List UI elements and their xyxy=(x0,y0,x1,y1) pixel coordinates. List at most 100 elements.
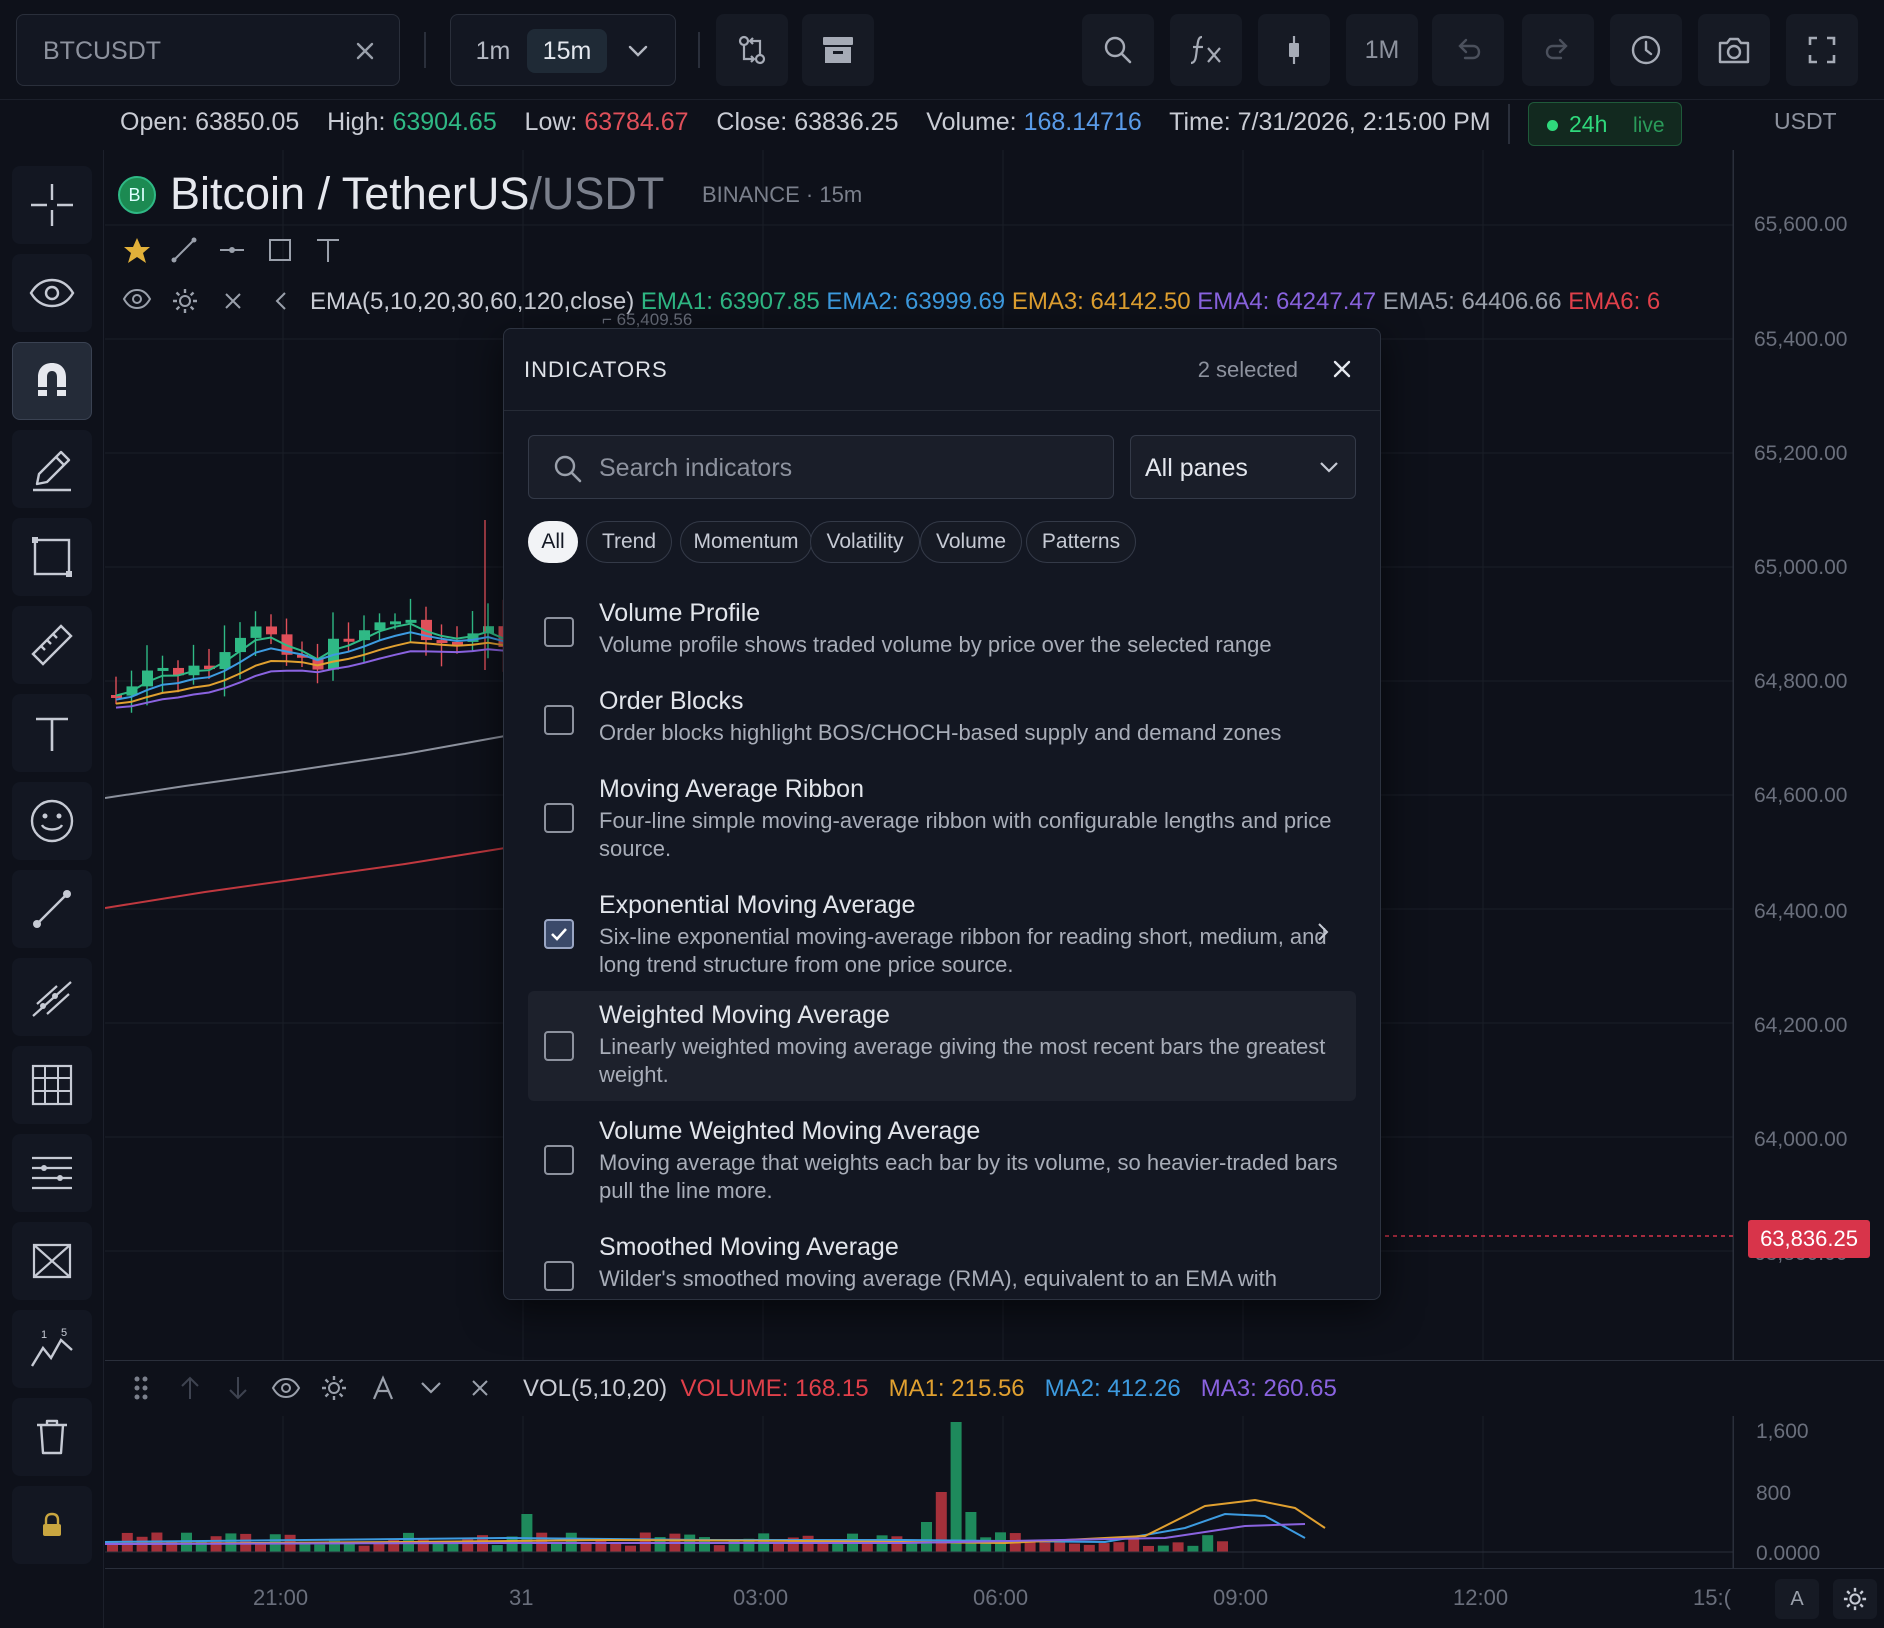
pencil-tool-button[interactable] xyxy=(12,430,92,508)
ema-remove-close-icon[interactable] xyxy=(222,290,244,312)
indicator-item-wma[interactable]: Weighted Moving Average Linearly weighte… xyxy=(528,991,1356,1101)
category-chip-all[interactable]: All xyxy=(528,521,578,563)
candle-body xyxy=(452,641,463,645)
visibility-tool-button[interactable] xyxy=(12,254,92,332)
indicator-checkbox[interactable] xyxy=(544,803,574,833)
collapse-chevron-down-icon[interactable] xyxy=(419,1379,443,1397)
indicator-search-input[interactable] xyxy=(599,448,1099,488)
screenshot-button[interactable] xyxy=(1698,14,1770,86)
undo-button[interactable] xyxy=(1432,14,1504,86)
category-chip-patterns[interactable]: Patterns xyxy=(1026,521,1136,563)
indicator-item-ma-ribbon[interactable]: Moving Average Ribbon Four-line simple m… xyxy=(528,765,1356,871)
category-chip-trend[interactable]: Trend xyxy=(586,521,672,563)
timeframe-dropdown-chevron-icon[interactable] xyxy=(627,41,649,61)
category-chip-momentum[interactable]: Momentum xyxy=(680,521,812,563)
indicator-name: Volume Profile xyxy=(599,599,761,627)
replay-clock-button[interactable] xyxy=(1610,14,1682,86)
quick-text-icon[interactable] xyxy=(314,236,342,264)
grid-tool-button[interactable] xyxy=(12,1046,92,1124)
volume-bar xyxy=(1113,1542,1125,1552)
indicator-item-volume-profile[interactable]: Volume Profile Volume profile shows trad… xyxy=(528,589,1356,669)
ruler-tool-button[interactable] xyxy=(12,606,92,684)
pattern-tool-button[interactable] xyxy=(12,1222,92,1300)
volume-histogram-canvas[interactable] xyxy=(105,1416,1733,1568)
volume-bar xyxy=(181,1532,192,1552)
ema-visibility-eye-icon[interactable] xyxy=(122,288,152,310)
indicator-name: Order Blocks xyxy=(599,687,744,715)
indicator-item-order-blocks[interactable]: Order Blocks Order blocks highlight BOS/… xyxy=(528,677,1356,757)
fork-tool-button[interactable] xyxy=(12,958,92,1036)
volume-scale[interactable]: 1,600 800 0.0000 xyxy=(1733,1416,1884,1568)
volume-pane-header: VOL(5,10,20) VOLUME: 168.15 MA1: 215.56 … xyxy=(105,1360,1884,1416)
fibonacci-icon xyxy=(32,1156,72,1190)
magnet-tool-button[interactable] xyxy=(12,342,92,420)
range-1m-button[interactable]: 1M xyxy=(1346,14,1418,86)
lock-drawings-button[interactable] xyxy=(12,1486,92,1564)
volume-remove-close-icon[interactable] xyxy=(469,1377,491,1399)
volume-bar xyxy=(491,1545,503,1552)
svg-text:1: 1 xyxy=(41,1329,47,1341)
chart-settings-button[interactable] xyxy=(1833,1579,1877,1619)
auto-scale-button[interactable]: A xyxy=(1775,1579,1819,1619)
candle-body xyxy=(343,638,355,642)
rectangle-tool-button[interactable] xyxy=(12,518,92,596)
current-price-tag: 63,836.25 xyxy=(1748,1220,1870,1258)
trendline-tool-button[interactable] xyxy=(12,870,92,948)
text-tool-button[interactable] xyxy=(12,694,92,772)
volume-settings-gear-icon[interactable] xyxy=(321,1375,347,1401)
price-scale[interactable]: 65,600.00 65,400.00 65,200.00 65,000.00 … xyxy=(1733,150,1884,1360)
toolbar-divider xyxy=(698,32,700,68)
clear-symbol-icon[interactable] xyxy=(353,39,377,63)
search-button[interactable] xyxy=(1082,14,1154,86)
indicator-checkbox[interactable] xyxy=(544,1261,574,1291)
time-axis[interactable]: 21:00 31 03:00 06:00 09:00 12:00 15:( A xyxy=(105,1568,1884,1628)
live-status-badge[interactable]: 24h live xyxy=(1528,102,1682,146)
indicator-item-ema[interactable]: Exponential Moving Average Six-line expo… xyxy=(528,881,1356,987)
quick-rectangle-icon[interactable] xyxy=(266,236,294,264)
indicator-item-vwma[interactable]: Volume Weighted Moving Average Moving av… xyxy=(528,1107,1356,1213)
ema-settings-gear-icon[interactable] xyxy=(172,288,198,314)
category-chip-volatility[interactable]: Volatility xyxy=(810,521,920,563)
indicator-checkbox[interactable] xyxy=(544,617,574,647)
symbol-search-box[interactable]: BTCUSDT xyxy=(16,14,400,86)
indicators-button[interactable] xyxy=(1170,14,1242,86)
timeframe-1m-button[interactable]: 1m xyxy=(461,29,525,73)
move-down-arrow-icon[interactable] xyxy=(227,1375,249,1401)
indicator-checkbox[interactable] xyxy=(544,705,574,735)
candle-type-button[interactable] xyxy=(1258,14,1330,86)
favorite-star-icon[interactable] xyxy=(122,236,152,266)
redo-button[interactable] xyxy=(1522,14,1594,86)
pane-filter-select[interactable]: All panes xyxy=(1130,435,1356,499)
indicators-dialog: INDICATORS 2 selected All panes All Tren… xyxy=(503,328,1381,1300)
elliott-tool-button[interactable]: 15 xyxy=(12,1310,92,1388)
category-chip-volume[interactable]: Volume xyxy=(920,521,1022,563)
indicator-search-box[interactable] xyxy=(528,435,1114,499)
crosshair-tool-button[interactable] xyxy=(12,166,92,244)
indicator-item-smma[interactable]: Smoothed Moving Average Wilder's smoothe… xyxy=(528,1223,1356,1299)
price-label: 65,400.00 xyxy=(1754,328,1848,351)
indicator-checkbox-checked[interactable] xyxy=(544,919,574,949)
indicator-checkbox[interactable] xyxy=(544,1031,574,1061)
move-up-arrow-icon[interactable] xyxy=(179,1375,201,1401)
volume-value: 168.14716 xyxy=(1023,108,1142,136)
font-a-icon[interactable] xyxy=(371,1375,395,1401)
rectangle-icon xyxy=(32,537,72,577)
compare-symbols-button[interactable] xyxy=(716,14,788,86)
archive-button[interactable] xyxy=(802,14,874,86)
grid-icon xyxy=(31,1064,73,1106)
indicator-checkbox[interactable] xyxy=(544,1145,574,1175)
volume-visibility-eye-icon[interactable] xyxy=(271,1377,301,1399)
volume-pane[interactable] xyxy=(105,1416,1733,1568)
fib-tool-button[interactable] xyxy=(12,1134,92,1212)
quick-line-icon[interactable] xyxy=(170,236,198,264)
delete-drawings-button[interactable] xyxy=(12,1398,92,1476)
ema-collapse-chevron-left-icon[interactable] xyxy=(272,290,290,312)
timeframe-15m-button[interactable]: 15m xyxy=(527,29,607,73)
emoji-tool-button[interactable] xyxy=(12,782,92,860)
drag-handle-icon[interactable] xyxy=(133,1375,149,1401)
volume-bar xyxy=(1157,1545,1169,1552)
chevron-right-icon[interactable] xyxy=(1316,921,1330,943)
fullscreen-button[interactable] xyxy=(1786,14,1858,86)
close-dialog-icon[interactable] xyxy=(1332,359,1352,379)
quick-horizontal-line-icon[interactable] xyxy=(218,236,246,264)
